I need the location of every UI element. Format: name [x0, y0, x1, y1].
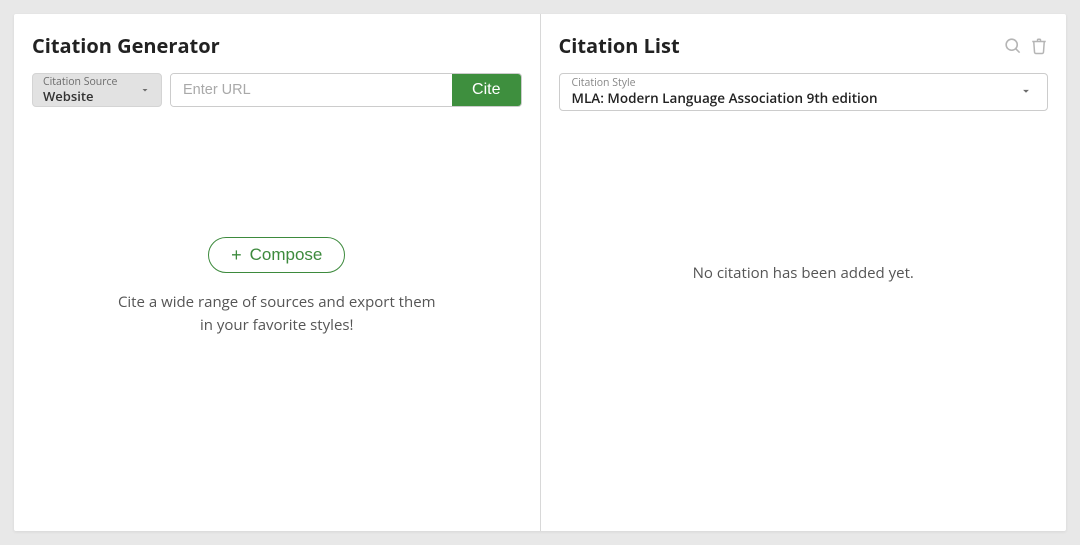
citation-source-select[interactable]: Citation Source Website	[32, 73, 162, 107]
citation-list-empty-message: No citation has been added yet.	[541, 263, 1067, 283]
citation-style-value: MLA: Modern Language Association 9th edi…	[572, 90, 1036, 106]
trash-icon[interactable]	[1030, 37, 1048, 55]
compose-button[interactable]: + Compose	[208, 237, 345, 273]
generator-empty-area: + Compose Cite a wide range of sources a…	[32, 237, 522, 336]
citation-style-label: Citation Style	[572, 78, 1036, 90]
citation-list-header: Citation List	[559, 32, 1049, 59]
caret-down-icon	[1019, 81, 1033, 103]
citation-list-title: Citation List	[559, 32, 680, 59]
caret-down-icon	[139, 79, 151, 101]
plus-icon: +	[231, 246, 242, 264]
url-input-group: Cite	[170, 73, 522, 107]
compose-button-label: Compose	[250, 245, 323, 265]
url-input[interactable]	[171, 74, 452, 106]
citation-list-panel: Citation List Citation S	[541, 14, 1067, 531]
citation-generator-panel: Citation Generator Citation Source Websi…	[14, 14, 541, 531]
generator-description: Cite a wide range of sources and export …	[117, 291, 437, 336]
citation-source-value: Website	[43, 89, 151, 103]
generator-controls-row: Citation Source Website Cite	[32, 73, 522, 107]
citation-generator-title: Citation Generator	[32, 32, 522, 59]
app-container: Citation Generator Citation Source Websi…	[14, 14, 1066, 531]
cite-button[interactable]: Cite	[452, 74, 520, 106]
search-icon[interactable]	[1003, 36, 1022, 55]
citation-style-select[interactable]: Citation Style MLA: Modern Language Asso…	[559, 73, 1049, 111]
citation-list-actions	[1003, 36, 1048, 55]
